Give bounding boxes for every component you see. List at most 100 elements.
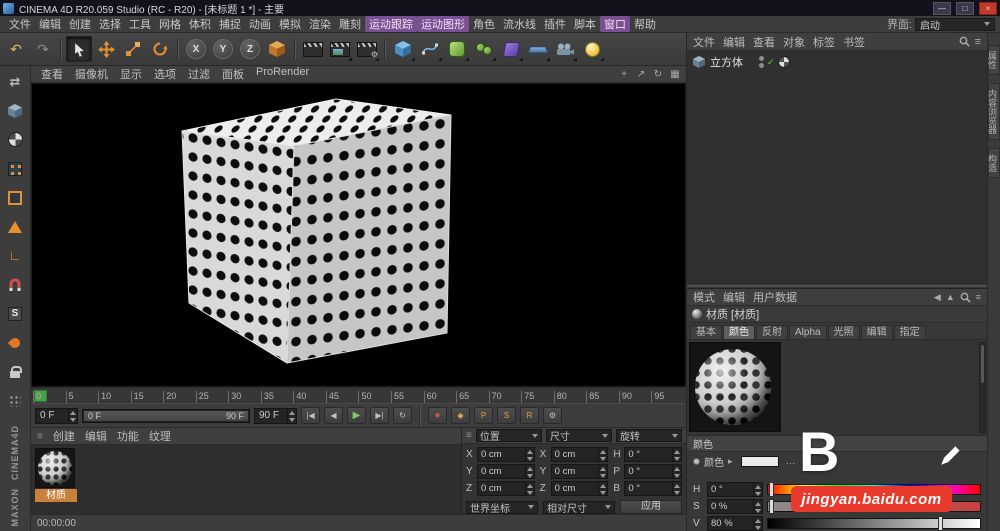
stepper[interactable] bbox=[68, 409, 77, 423]
rotation-h-field[interactable]: H0 ° bbox=[613, 447, 682, 462]
end-frame-input[interactable]: 90 F bbox=[254, 408, 297, 424]
previous-frame-button[interactable]: ◀ bbox=[324, 407, 343, 424]
camera-button[interactable] bbox=[552, 36, 578, 62]
move-tool-button[interactable] bbox=[93, 36, 119, 62]
burger-icon[interactable]: ≡ bbox=[466, 430, 472, 441]
tab-color[interactable]: 颜色 bbox=[723, 325, 755, 339]
object-manager-menu-item[interactable]: 文件 bbox=[693, 34, 715, 50]
back-icon[interactable]: ◀ bbox=[934, 292, 941, 303]
go-to-start-button[interactable]: |◀ bbox=[301, 407, 320, 424]
material-preview[interactable] bbox=[689, 342, 781, 432]
rotation-p-field[interactable]: P0 ° bbox=[613, 464, 682, 479]
side-tab-content-browser[interactable]: 内容浏览器 bbox=[988, 83, 1000, 140]
rotate-tool-button[interactable] bbox=[147, 36, 173, 62]
apply-button[interactable]: 应用 bbox=[620, 500, 682, 514]
deformer-button[interactable] bbox=[498, 36, 524, 62]
brush-button[interactable] bbox=[2, 330, 28, 355]
render-settings-button[interactable]: ⚙ bbox=[354, 36, 380, 62]
search-icon[interactable] bbox=[960, 292, 971, 303]
light-button[interactable] bbox=[579, 36, 605, 62]
object-manager-menu-item[interactable]: 查看 bbox=[753, 34, 775, 50]
stepper[interactable] bbox=[672, 482, 681, 495]
timeline-ruler[interactable]: 05101520253035404550556065707580859095 bbox=[31, 387, 686, 403]
viewport-menu-item[interactable]: ProRender bbox=[250, 66, 315, 82]
enable-axis-button[interactable]: ∟ bbox=[2, 243, 28, 268]
viewport-menu-item[interactable]: 显示 bbox=[114, 66, 148, 82]
stepper[interactable] bbox=[525, 448, 534, 461]
undo-button[interactable]: ↶ bbox=[3, 36, 29, 62]
object-manager-menu-item[interactable]: 标签 bbox=[813, 34, 835, 50]
menu-simulate[interactable]: 模拟 bbox=[275, 16, 305, 32]
burger-icon[interactable]: ≡ bbox=[976, 292, 981, 302]
menu-mograph[interactable]: 运动图形 bbox=[417, 16, 469, 32]
play-button[interactable]: ▶ bbox=[347, 407, 366, 424]
position-y-field[interactable]: Y0 cm bbox=[466, 464, 535, 479]
material-menu-item[interactable]: 编辑 bbox=[85, 428, 107, 444]
render-to-picture-button[interactable] bbox=[327, 36, 353, 62]
attribute-menu-item[interactable]: 模式 bbox=[693, 289, 715, 305]
coordinate-space-select[interactable]: 世界坐标 bbox=[466, 501, 538, 514]
zoom-view-icon[interactable]: ↗ bbox=[634, 69, 648, 80]
menu-render[interactable]: 渲染 bbox=[305, 16, 335, 32]
object-manager-menu-item[interactable]: 书签 bbox=[843, 34, 865, 50]
material-thumbnail[interactable] bbox=[35, 448, 75, 488]
object-manager-menu-item[interactable]: 编辑 bbox=[723, 34, 745, 50]
enabled-check-icon[interactable]: ✓ bbox=[767, 57, 775, 68]
radio-icon[interactable] bbox=[693, 458, 700, 465]
texture-mode-button[interactable] bbox=[2, 127, 28, 152]
attribute-menu-item[interactable]: 编辑 bbox=[723, 289, 745, 305]
menu-motion-tracker[interactable]: 运动跟踪 bbox=[365, 16, 417, 32]
keyframe-parameter-button[interactable]: ⚙ bbox=[543, 407, 562, 424]
coordinate-system-button[interactable] bbox=[264, 36, 290, 62]
rotation-header-select[interactable]: 旋转 bbox=[616, 429, 682, 442]
keyframe-position-button[interactable]: P bbox=[474, 407, 493, 424]
visibility-dots-icon[interactable] bbox=[759, 56, 764, 68]
object-manager-menu-item[interactable]: 对象 bbox=[783, 34, 805, 50]
stepper[interactable] bbox=[672, 465, 681, 478]
tab-illumination[interactable]: 光照 bbox=[828, 325, 860, 339]
viewport-menu-item[interactable]: 查看 bbox=[35, 66, 69, 82]
menu-sculpt[interactable]: 雕刻 bbox=[335, 16, 365, 32]
stepper[interactable] bbox=[753, 500, 762, 513]
attribute-menu-item[interactable]: 用户数据 bbox=[753, 289, 797, 305]
keyframe-button[interactable]: ◆ bbox=[451, 407, 470, 424]
record-button[interactable]: ● bbox=[428, 407, 447, 424]
tab-basic[interactable]: 基本 bbox=[690, 325, 722, 339]
search-icon[interactable] bbox=[959, 36, 970, 47]
current-frame-input[interactable]: 0 F bbox=[35, 408, 78, 424]
loop-button[interactable]: ↻ bbox=[393, 407, 412, 424]
tab-reflectance[interactable]: 反射 bbox=[756, 325, 788, 339]
color-swatch[interactable] bbox=[741, 456, 779, 467]
position-z-field[interactable]: Z0 cm bbox=[466, 481, 535, 496]
stepper[interactable] bbox=[525, 465, 534, 478]
viewport-menu-item[interactable]: 面板 bbox=[216, 66, 250, 82]
rotation-b-field[interactable]: B0 ° bbox=[613, 481, 682, 496]
toggle-views-icon[interactable]: ▦ bbox=[668, 69, 682, 80]
lock-y-axis-button[interactable]: Y bbox=[210, 36, 236, 62]
go-to-end-button[interactable]: ▶| bbox=[370, 407, 389, 424]
material-name-label[interactable]: 材质 bbox=[35, 489, 77, 502]
size-header-select[interactable]: 尺寸 bbox=[546, 429, 612, 442]
size-x-field[interactable]: X0 cm bbox=[540, 447, 609, 462]
menu-window[interactable]: 窗口 bbox=[600, 16, 630, 32]
menu-script[interactable]: 脚本 bbox=[570, 16, 600, 32]
side-tab-structure[interactable]: 构造 bbox=[988, 148, 1000, 178]
value-slider[interactable] bbox=[767, 518, 981, 529]
position-x-field[interactable]: X0 cm bbox=[466, 447, 535, 462]
position-header-select[interactable]: 位置 bbox=[476, 429, 542, 442]
viewport-menu-item[interactable]: 过滤 bbox=[182, 66, 216, 82]
menu-tools[interactable]: 工具 bbox=[125, 16, 155, 32]
menu-animate[interactable]: 动画 bbox=[245, 16, 275, 32]
viewport-menu-item[interactable]: 选项 bbox=[148, 66, 182, 82]
burger-icon[interactable]: ≡ bbox=[975, 36, 981, 48]
stepper[interactable] bbox=[753, 483, 762, 496]
close-button[interactable]: × bbox=[979, 2, 997, 15]
stepper[interactable] bbox=[598, 482, 607, 495]
tab-alpha[interactable]: Alpha bbox=[789, 325, 827, 339]
stepper[interactable] bbox=[287, 409, 296, 423]
frame-range-slider[interactable]: 0 F 90 F bbox=[82, 409, 250, 423]
points-mode-button[interactable] bbox=[2, 156, 28, 181]
up-icon[interactable]: ▲ bbox=[946, 292, 955, 302]
polygons-mode-button[interactable] bbox=[2, 214, 28, 239]
scale-tool-button[interactable] bbox=[120, 36, 146, 62]
